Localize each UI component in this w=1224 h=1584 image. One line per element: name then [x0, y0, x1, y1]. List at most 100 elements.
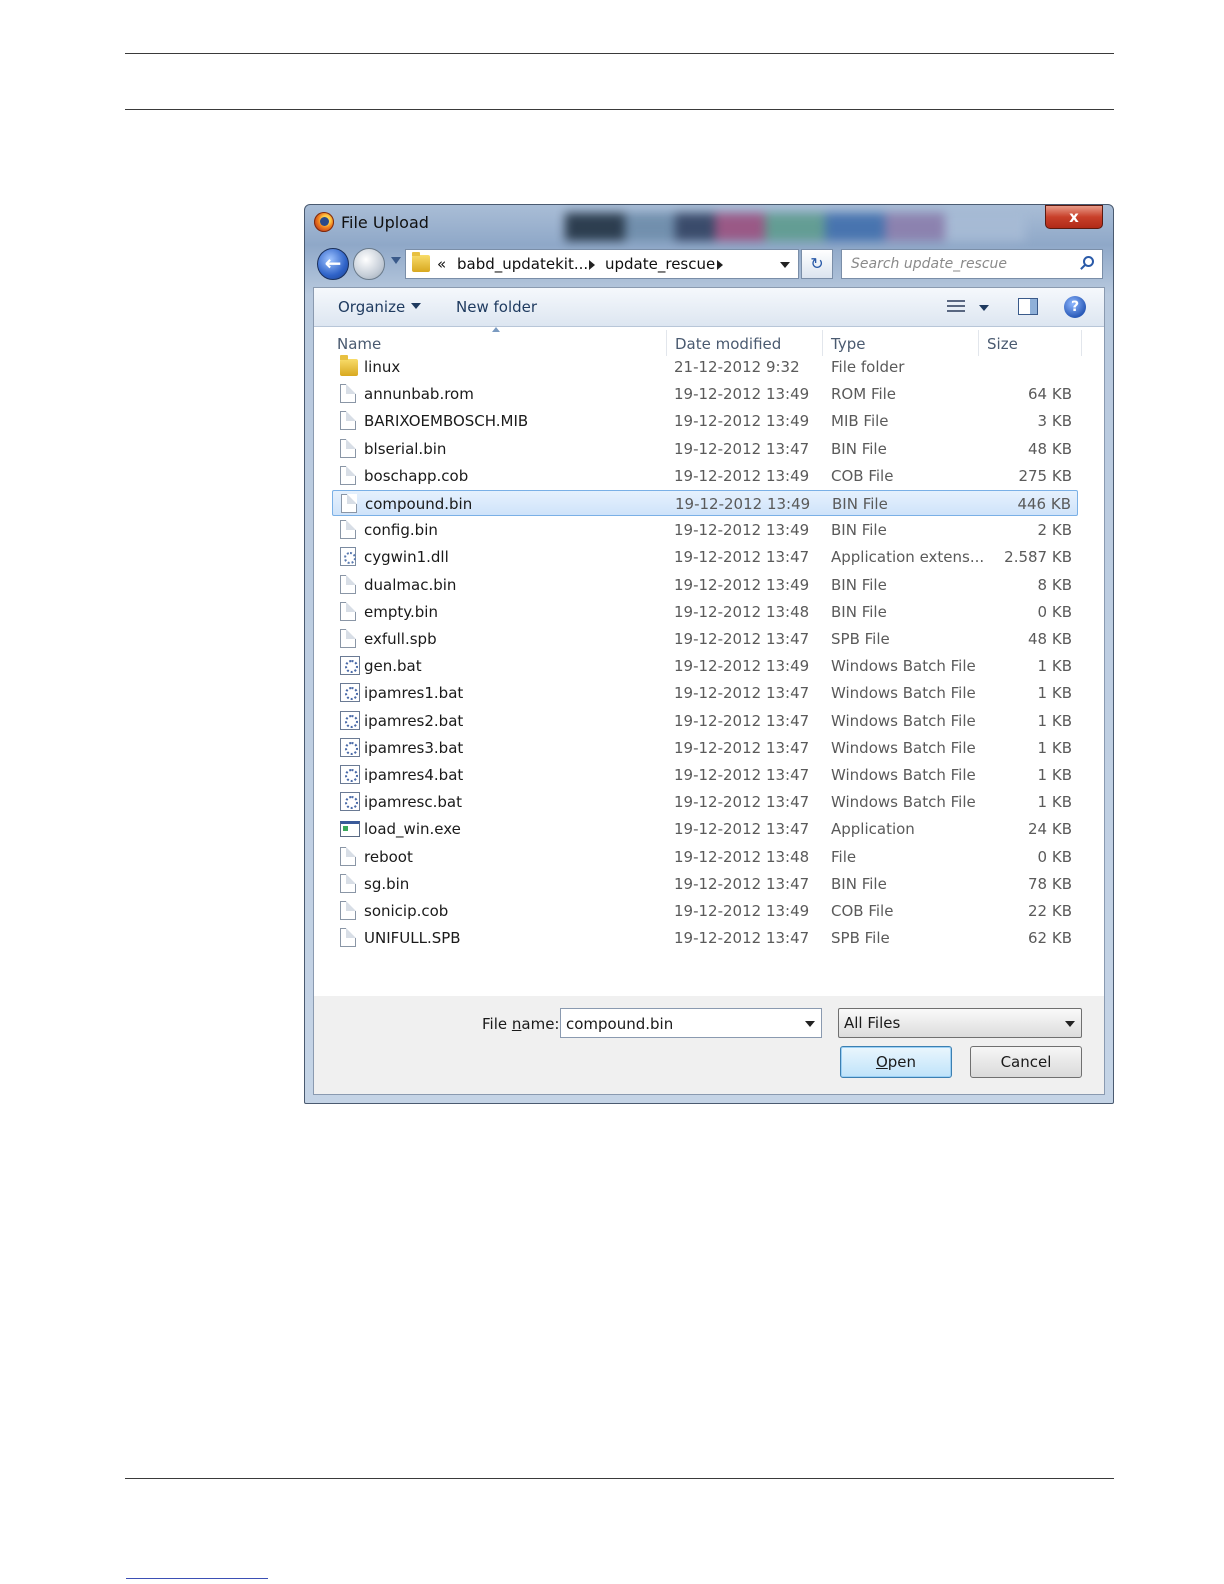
file-date-modified: 19-12-2012 13:47: [674, 766, 810, 784]
back-button[interactable]: ←: [317, 248, 349, 280]
column-header-name[interactable]: Name: [337, 335, 381, 353]
column-divider[interactable]: [978, 330, 979, 356]
file-row[interactable]: reboot 19-12-2012 13:48 File 0 KB: [332, 844, 1078, 870]
file-type: COB File: [831, 902, 894, 920]
file-row[interactable]: config.bin 19-12-2012 13:49 BIN File 2 KB: [332, 517, 1078, 543]
file-name: cygwin1.dll: [364, 548, 449, 567]
column-header-type[interactable]: Type: [831, 335, 865, 353]
file-size: 62 KB: [1028, 929, 1072, 948]
file-name: ipamres4.bat: [364, 766, 464, 784]
search-input[interactable]: [842, 250, 1072, 278]
forward-button[interactable]: [353, 248, 385, 280]
address-dropdown-icon[interactable]: [780, 262, 790, 268]
file-row[interactable]: ipamres4.bat 19-12-2012 13:47 Windows Batc…: [332, 762, 1078, 788]
view-options-dropdown-icon[interactable]: [979, 305, 989, 311]
open-button[interactable]: Open: [840, 1046, 952, 1078]
sort-indicator-icon: [492, 327, 500, 332]
file-name-value[interactable]: compound.bin: [566, 1015, 673, 1033]
file-row[interactable]: compound.bin 19-12-2012 13:49 BIN File 446 …: [332, 490, 1078, 516]
file-row[interactable]: gen.bat 19-12-2012 13:49 Windows Batch Fil…: [332, 653, 1078, 679]
breadcrumb-arrow-icon[interactable]: [589, 260, 595, 270]
file-date-modified: 19-12-2012 13:47: [674, 820, 810, 839]
file-row[interactable]: exfull.spb 19-12-2012 13:47 SPB File 48 KB: [332, 626, 1078, 652]
file-type: MIB File: [831, 412, 889, 431]
file-type: BIN File: [832, 495, 888, 513]
file-name: exfull.spb: [364, 630, 437, 648]
file-date-modified: 19-12-2012 13:47: [674, 630, 810, 648]
column-divider[interactable]: [666, 330, 667, 356]
file-row[interactable]: ipamres2.bat 19-12-2012 13:47 Windows Batc…: [332, 708, 1078, 734]
file-name-label-pre: File: [482, 1015, 512, 1033]
file-row[interactable]: sg.bin 19-12-2012 13:47 BIN File 78 KB: [332, 871, 1078, 897]
file-row[interactable]: ipamres3.bat 19-12-2012 13:47 Windows Batc…: [332, 735, 1078, 761]
file-icon: [340, 629, 356, 648]
file-name: UNIFULL.SPB: [364, 929, 461, 948]
file-name: load_win.exe: [364, 820, 461, 839]
file-date-modified: 19-12-2012 13:49: [674, 657, 810, 676]
column-header-date-modified[interactable]: Date modified: [675, 335, 781, 353]
cancel-button[interactable]: Cancel: [970, 1046, 1082, 1078]
file-size: 78 KB: [1028, 874, 1072, 893]
file-name-label-accesskey: n: [511, 1015, 522, 1033]
file-name-field[interactable]: compound.bin: [560, 1008, 822, 1038]
address-bar[interactable]: « babd_updatekit... update_rescue: [405, 249, 799, 279]
file-size: 8 KB: [1037, 575, 1072, 594]
refresh-button[interactable]: ↻: [801, 249, 833, 279]
column-divider[interactable]: [1081, 330, 1082, 356]
header-rule-bottom: [125, 109, 1114, 110]
file-row[interactable]: BARIXOEMBOSCH.MIB 19-12-2012 13:49 MIB Fil…: [332, 408, 1078, 434]
file-row[interactable]: linux 21-12-2012 9:32 File folder: [332, 354, 1078, 380]
file-row[interactable]: blserial.bin 19-12-2012 13:47 BIN File 48 K…: [332, 436, 1078, 462]
file-date-modified: 19-12-2012 13:49: [674, 412, 810, 431]
blurred-background: [565, 213, 1025, 241]
organize-label: Organize: [338, 298, 406, 316]
file-row[interactable]: annunbab.rom 19-12-2012 13:49 ROM File 64 K…: [332, 381, 1078, 407]
file-size: 22 KB: [1028, 902, 1072, 920]
file-type-select[interactable]: All Files: [838, 1008, 1082, 1038]
file-name: boschapp.cob: [364, 466, 469, 485]
file-row[interactable]: ipamres1.bat 19-12-2012 13:47 Windows Batc…: [332, 680, 1078, 706]
file-name: sonicip.cob: [364, 902, 449, 920]
file-row[interactable]: UNIFULL.SPB 19-12-2012 13:47 SPB File 62 KB: [332, 925, 1078, 951]
help-icon[interactable]: ?: [1064, 296, 1086, 318]
file-icon: [340, 384, 356, 404]
organize-button[interactable]: Organize: [338, 298, 422, 316]
file-selection-panel: File name: compound.bin All Files Open C…: [314, 996, 1104, 1094]
address-overflow-chevron[interactable]: «: [437, 255, 446, 273]
search-box[interactable]: [841, 249, 1103, 279]
file-type: File folder: [831, 358, 905, 376]
file-row[interactable]: cygwin1.dll 19-12-2012 13:47 Application e…: [332, 544, 1078, 570]
column-divider[interactable]: [822, 330, 823, 356]
file-row[interactable]: ipamresc.bat 19-12-2012 13:47 Windows Batc…: [332, 789, 1078, 815]
column-header-size[interactable]: Size: [987, 335, 1018, 353]
preview-pane-icon[interactable]: [1018, 298, 1038, 315]
file-date-modified: 19-12-2012 13:47: [674, 929, 810, 948]
file-row[interactable]: boschapp.cob 19-12-2012 13:49 COB File 275 …: [332, 463, 1078, 489]
chevron-down-icon: [1065, 1021, 1075, 1027]
file-date-modified: 19-12-2012 13:47: [674, 874, 810, 893]
batch-file-icon: [340, 737, 360, 757]
title-bar[interactable]: File Upload x: [305, 205, 1113, 241]
close-button[interactable]: x: [1045, 205, 1103, 229]
file-date-modified: 19-12-2012 13:49: [674, 466, 810, 485]
chevron-down-icon[interactable]: [805, 1021, 815, 1027]
search-icon[interactable]: [1083, 256, 1094, 267]
folder-icon: [412, 252, 430, 272]
file-row[interactable]: empty.bin 19-12-2012 13:48 BIN File 0 KB: [332, 599, 1078, 625]
file-size: 2.587 KB: [1004, 548, 1072, 567]
file-row[interactable]: dualmac.bin 19-12-2012 13:49 BIN File 8 KB: [332, 572, 1078, 598]
file-name-label-post: ame:: [521, 1015, 560, 1033]
breadcrumb-babd-updatekit[interactable]: babd_updatekit...: [457, 255, 588, 273]
breadcrumb-update-rescue[interactable]: update_rescue: [605, 255, 715, 273]
new-folder-button[interactable]: New folder: [456, 298, 537, 316]
recent-locations-dropdown-icon[interactable]: [391, 257, 401, 264]
file-name: annunbab.rom: [364, 385, 474, 404]
file-row[interactable]: sonicip.cob 19-12-2012 13:49 COB File 22 KB: [332, 898, 1078, 924]
change-view-icon[interactable]: [947, 300, 965, 314]
file-size: 1 KB: [1037, 684, 1072, 703]
breadcrumb-arrow-icon[interactable]: [717, 260, 723, 270]
file-date-modified: 19-12-2012 13:48: [674, 847, 810, 866]
file-row[interactable]: load_win.exe 19-12-2012 13:47 Application 2…: [332, 816, 1078, 842]
file-size: 48 KB: [1028, 439, 1072, 458]
file-size: 275 KB: [1018, 466, 1072, 485]
